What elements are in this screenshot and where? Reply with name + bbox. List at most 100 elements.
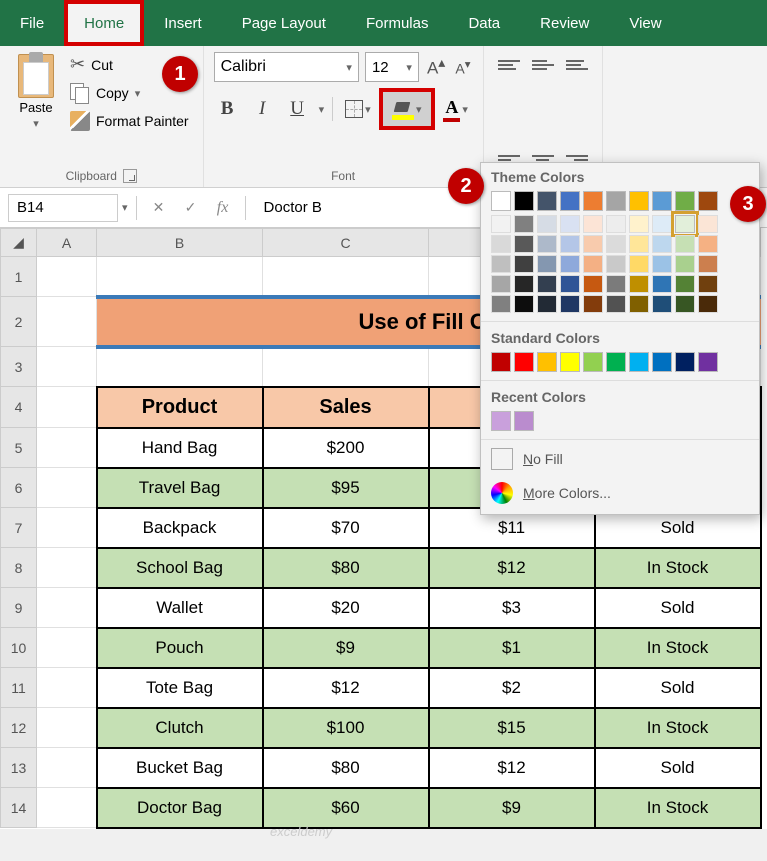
tab-formulas[interactable]: Formulas <box>346 0 449 46</box>
cell-product[interactable]: Pouch <box>97 628 263 668</box>
color-swatch[interactable] <box>675 275 695 293</box>
col-header-a[interactable]: A <box>37 229 97 257</box>
row-header-7[interactable]: 7 <box>1 508 37 548</box>
color-swatch[interactable] <box>583 352 603 372</box>
cancel-formula-button[interactable]: ✕ <box>145 194 173 222</box>
cell-price[interactable]: $9 <box>429 788 595 828</box>
color-swatch[interactable] <box>560 255 580 273</box>
color-swatch[interactable] <box>491 235 511 253</box>
row-header-1[interactable]: 1 <box>1 257 37 297</box>
cell-product[interactable]: School Bag <box>97 548 263 588</box>
color-swatch[interactable] <box>652 275 672 293</box>
color-swatch[interactable] <box>491 255 511 273</box>
cell-price[interactable]: $2 <box>429 668 595 708</box>
color-swatch[interactable] <box>606 215 626 233</box>
color-swatch[interactable] <box>675 352 695 372</box>
row-header-9[interactable]: 9 <box>1 588 37 628</box>
color-swatch[interactable] <box>606 352 626 372</box>
chevron-down-icon[interactable]: ▾ <box>33 117 39 130</box>
tab-insert[interactable]: Insert <box>144 0 222 46</box>
color-swatch[interactable] <box>514 275 534 293</box>
color-swatch[interactable] <box>652 191 672 211</box>
color-swatch[interactable] <box>629 191 649 211</box>
color-swatch[interactable] <box>560 295 580 313</box>
color-swatch[interactable] <box>491 191 511 211</box>
cell-sales[interactable]: $80 <box>263 548 429 588</box>
cell-sales[interactable]: $9 <box>263 628 429 668</box>
cell-price[interactable]: $12 <box>429 548 595 588</box>
tab-review[interactable]: Review <box>520 0 609 46</box>
cell-status[interactable]: Sold <box>595 588 761 628</box>
header-sales[interactable]: Sales <box>263 387 429 428</box>
font-color-button[interactable]: A▾ <box>439 93 473 125</box>
border-button[interactable]: ▾ <box>341 93 375 125</box>
color-swatch[interactable] <box>652 352 672 372</box>
color-swatch[interactable] <box>560 235 580 253</box>
color-swatch[interactable] <box>652 255 672 273</box>
row-header-14[interactable]: 14 <box>1 788 37 828</box>
color-swatch[interactable] <box>698 275 718 293</box>
cell-sales[interactable]: $60 <box>263 788 429 828</box>
color-swatch[interactable] <box>583 215 603 233</box>
increase-font-button[interactable]: A▴ <box>425 55 447 79</box>
cell-status[interactable]: Sold <box>595 748 761 788</box>
underline-button[interactable]: U <box>284 93 311 125</box>
paste-button[interactable]: Paste ▾ <box>10 52 62 133</box>
cell-product[interactable]: Tote Bag <box>97 668 263 708</box>
color-swatch[interactable] <box>698 295 718 313</box>
cell-status[interactable]: In Stock <box>595 548 761 588</box>
color-swatch[interactable] <box>698 191 718 211</box>
cell-price[interactable]: $12 <box>429 748 595 788</box>
color-swatch[interactable] <box>606 255 626 273</box>
align-middle-button[interactable] <box>528 52 558 78</box>
dialog-launcher-icon[interactable] <box>123 169 137 183</box>
cell-sales[interactable]: $20 <box>263 588 429 628</box>
color-swatch[interactable] <box>537 295 557 313</box>
cell-price[interactable]: $3 <box>429 588 595 628</box>
color-swatch[interactable] <box>491 411 511 431</box>
fx-button[interactable]: fx <box>209 194 237 222</box>
color-swatch[interactable] <box>675 295 695 313</box>
color-swatch[interactable] <box>583 255 603 273</box>
color-swatch[interactable] <box>514 295 534 313</box>
row-header-5[interactable]: 5 <box>1 428 37 468</box>
header-product[interactable]: Product <box>97 387 263 428</box>
color-swatch[interactable] <box>629 295 649 313</box>
color-swatch[interactable] <box>514 411 534 431</box>
color-swatch[interactable] <box>491 352 511 372</box>
color-swatch[interactable] <box>514 255 534 273</box>
color-swatch[interactable] <box>606 295 626 313</box>
color-swatch[interactable] <box>606 235 626 253</box>
color-swatch[interactable] <box>560 191 580 211</box>
no-fill-button[interactable]: No Fill <box>481 442 759 476</box>
cell-sales[interactable]: $70 <box>263 508 429 548</box>
bold-button[interactable]: B <box>214 93 241 125</box>
cell-product[interactable]: Clutch <box>97 708 263 748</box>
color-swatch[interactable] <box>583 295 603 313</box>
chevron-down-icon[interactable]: ▾ <box>135 87 141 100</box>
cell-price[interactable]: $15 <box>429 708 595 748</box>
cell-sales[interactable]: $200 <box>263 428 429 468</box>
color-swatch[interactable] <box>537 191 557 211</box>
color-swatch[interactable] <box>629 215 649 233</box>
cell-product[interactable]: Bucket Bag <box>97 748 263 788</box>
color-swatch[interactable] <box>537 275 557 293</box>
color-swatch[interactable] <box>675 255 695 273</box>
color-swatch[interactable] <box>514 191 534 211</box>
chevron-down-icon[interactable]: ▾ <box>122 201 128 214</box>
row-header-8[interactable]: 8 <box>1 548 37 588</box>
tab-home[interactable]: Home <box>64 0 144 46</box>
tab-data[interactable]: Data <box>448 0 520 46</box>
italic-button[interactable]: I <box>249 93 276 125</box>
color-swatch[interactable] <box>514 235 534 253</box>
color-swatch[interactable] <box>698 215 718 233</box>
cell-status[interactable]: In Stock <box>595 628 761 668</box>
color-swatch[interactable] <box>537 255 557 273</box>
name-box[interactable]: B14 <box>8 194 118 222</box>
color-swatch[interactable] <box>491 275 511 293</box>
color-swatch[interactable] <box>652 235 672 253</box>
color-swatch[interactable] <box>583 235 603 253</box>
cell-sales[interactable]: $12 <box>263 668 429 708</box>
more-colors-button[interactable]: More Colors... <box>481 476 759 510</box>
decrease-font-button[interactable]: A▾ <box>453 57 472 77</box>
